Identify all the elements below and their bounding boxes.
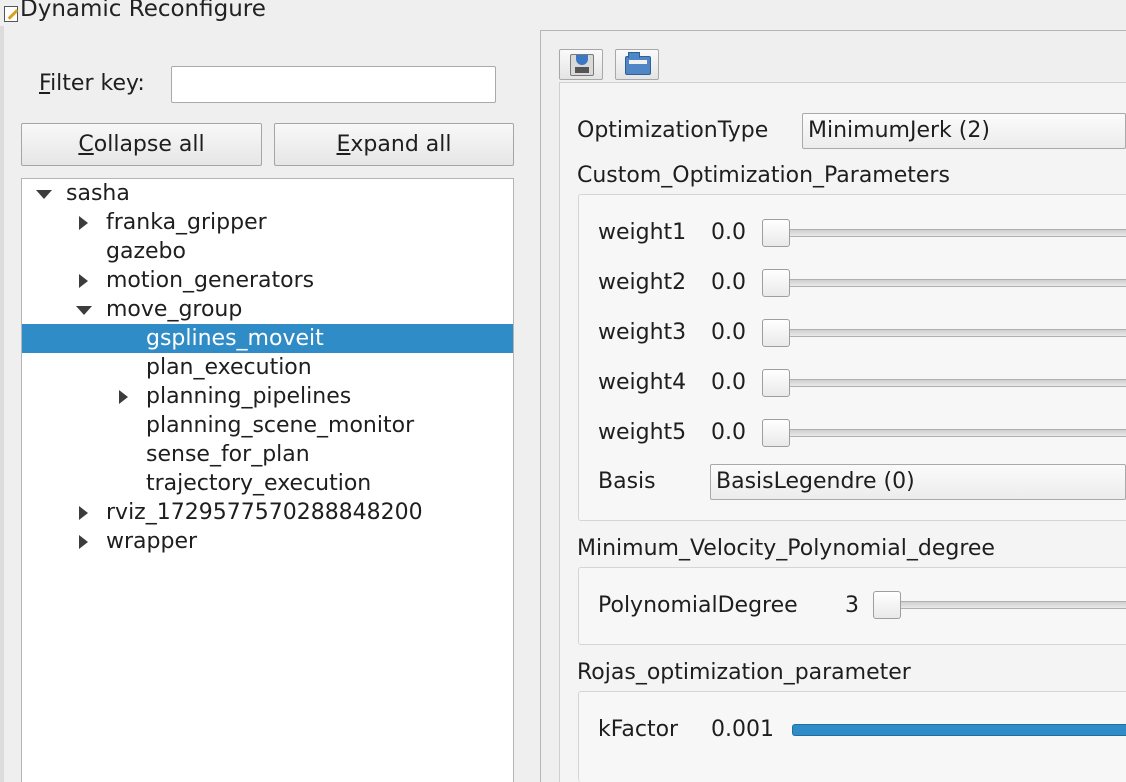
expand-all-button[interactable]: Expand all — [274, 123, 514, 166]
polynomial-degree-slider[interactable] — [887, 601, 1126, 609]
weight1-value: 0.0 — [711, 220, 746, 245]
weight5-label: weight5 — [598, 420, 687, 445]
tree-item-label: planning_scene_monitor — [146, 413, 415, 438]
tree-item-label: wrapper — [106, 529, 198, 554]
tree-item-gazebo[interactable]: gazebo — [22, 237, 513, 266]
weight2-label: weight2 — [598, 270, 687, 295]
weight3-label: weight3 — [598, 320, 687, 345]
tree-item-label: gsplines_moveit — [146, 326, 324, 351]
title-bar: Dynamic Reconfigure — [0, 0, 540, 26]
basis-label: Basis — [598, 469, 656, 494]
tree-item-label: planning_pipelines — [146, 384, 352, 409]
min-velocity-group-title: Minimum_Velocity_Polynomial_degree — [577, 536, 995, 561]
weight3-slider[interactable] — [776, 329, 1126, 337]
weight1-label: weight1 — [598, 220, 687, 245]
kfactor-label: kFactor — [598, 717, 679, 742]
weight4-slider-handle[interactable] — [762, 369, 790, 397]
polynomial-degree-slider-handle[interactable] — [873, 591, 901, 619]
tree-item-label: sasha — [66, 181, 130, 206]
collapsed-arrow-icon[interactable] — [74, 498, 94, 527]
tree-item-move-group[interactable]: move_group — [22, 295, 513, 324]
expand-arrow-icon[interactable] — [34, 179, 54, 208]
rojas-group-title: Rojas_optimization_parameter — [577, 660, 911, 685]
weight3-slider-handle[interactable] — [762, 319, 790, 347]
tree-item-planning-scene-monitor[interactable]: planning_scene_monitor — [22, 411, 513, 440]
tree-item-plan-execution[interactable]: plan_execution — [22, 353, 513, 382]
weight1-slider[interactable] — [776, 229, 1126, 237]
tree-item-label: gazebo — [106, 239, 186, 264]
custom-optimization-group-title: Custom_Optimization_Parameters — [577, 163, 950, 188]
save-button[interactable] — [559, 49, 603, 80]
tree-item-trajectory-execution[interactable]: trajectory_execution — [22, 469, 513, 498]
tree-item-label: plan_execution — [146, 355, 312, 380]
kfactor-slider[interactable] — [792, 724, 1126, 736]
tree-item-sense-for-plan[interactable]: sense_for_plan — [22, 440, 513, 469]
weight4-label: weight4 — [598, 370, 687, 395]
tree-item-motion-generators[interactable]: motion_generators — [22, 266, 513, 295]
filter-key-input[interactable] — [171, 66, 496, 103]
tree-item-sasha[interactable]: sasha — [22, 179, 513, 208]
weight3-value: 0.0 — [711, 320, 746, 345]
tree-item-label: motion_generators — [106, 268, 315, 293]
collapsed-arrow-icon[interactable] — [74, 266, 94, 295]
weight2-slider-handle[interactable] — [762, 269, 790, 297]
kfactor-value: 0.001 — [711, 717, 774, 742]
notepad-pencil-icon — [4, 6, 18, 22]
weight1-slider-handle[interactable] — [762, 219, 790, 247]
weight5-slider[interactable] — [776, 429, 1126, 437]
polynomial-degree-value: 3 — [845, 593, 859, 618]
open-folder-icon — [625, 52, 651, 75]
weight2-value: 0.0 — [711, 270, 746, 295]
tree-item-label: sense_for_plan — [146, 442, 310, 467]
tree-item-planning-pipelines[interactable]: planning_pipelines — [22, 382, 513, 411]
filter-key-label: Filter key: — [39, 71, 145, 96]
weight5-value: 0.0 — [711, 420, 746, 445]
window-title: Dynamic Reconfigure — [20, 0, 266, 22]
tree-item-wrapper[interactable]: wrapper — [22, 527, 513, 556]
save-disk-icon — [570, 54, 594, 76]
collapsed-arrow-icon[interactable] — [74, 527, 94, 556]
weight4-value: 0.0 — [711, 370, 746, 395]
tree-item-label: rviz_1729577570288848200 — [106, 500, 423, 525]
collapse-all-button[interactable]: Collapse all — [21, 123, 262, 166]
collapsed-arrow-icon[interactable] — [114, 382, 134, 411]
basis-combo[interactable]: BasisLegendre (0) — [710, 464, 1126, 500]
weight5-slider-handle[interactable] — [762, 419, 790, 447]
weight4-slider[interactable] — [776, 379, 1126, 387]
open-button[interactable] — [615, 49, 659, 80]
tree-item-rviz[interactable]: rviz_1729577570288848200 — [22, 498, 513, 527]
optimization-type-label: OptimizationType — [577, 118, 769, 143]
weight2-slider[interactable] — [776, 279, 1126, 287]
tree-item-label: franka_gripper — [106, 210, 267, 235]
collapsed-arrow-icon[interactable] — [74, 208, 94, 237]
optimization-type-combo[interactable]: MinimumJerk (2) — [802, 113, 1126, 149]
tree-item-franka-gripper[interactable]: franka_gripper — [22, 208, 513, 237]
window-border — [0, 26, 4, 782]
tree-item-label: move_group — [106, 297, 243, 322]
tree-item-label: trajectory_execution — [146, 471, 372, 496]
expand-arrow-icon[interactable] — [74, 295, 94, 324]
node-tree[interactable]: sasha franka_gripper gazebo motion_gener… — [21, 178, 514, 782]
polynomial-degree-label: PolynomialDegree — [598, 593, 798, 618]
tree-item-gsplines-moveit[interactable]: gsplines_moveit — [22, 324, 513, 353]
